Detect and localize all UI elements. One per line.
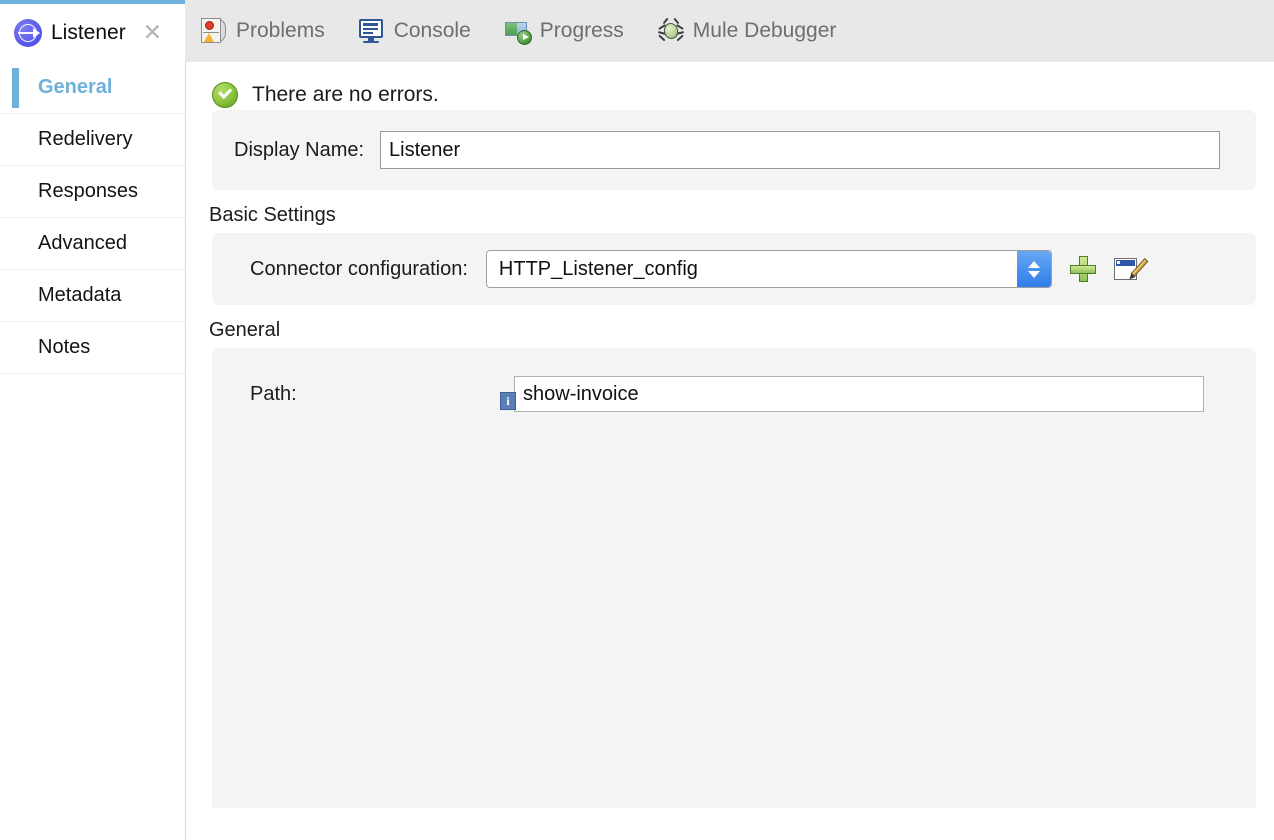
chevron-updown-icon[interactable] xyxy=(1016,251,1051,287)
problems-icon xyxy=(201,18,227,44)
sidebar-item-redelivery[interactable]: Redelivery xyxy=(0,114,185,166)
success-check-icon xyxy=(212,82,238,108)
display-name-panel: Display Name: Listener xyxy=(212,110,1256,190)
editor-tab-bar: Listener ✕ Problems Console Progress Mul… xyxy=(0,0,1274,62)
sidebar-item-redelivery-label: Redelivery xyxy=(38,128,133,150)
info-icon[interactable]: i xyxy=(500,392,516,410)
tab-listener[interactable]: Listener ✕ xyxy=(0,0,185,62)
sidebar-item-notes-label: Notes xyxy=(38,336,91,358)
sidebar-item-notes[interactable]: Notes xyxy=(0,322,185,374)
mule-listener-properties-window: Listener ✕ Problems Console Progress Mul… xyxy=(0,0,1274,840)
path-row: Path: i show-invoice xyxy=(250,376,1256,412)
basic-settings-panel: Connector configuration: HTTP_Listener_c… xyxy=(212,233,1256,305)
sidebar-item-general-label: General xyxy=(38,76,113,98)
properties-category-sidebar: General Redelivery Responses Advanced Me… xyxy=(0,62,186,840)
sidebar-item-metadata[interactable]: Metadata xyxy=(0,270,185,322)
tab-console-label: Console xyxy=(393,19,471,42)
close-icon[interactable]: ✕ xyxy=(143,21,162,45)
tab-console[interactable]: Console xyxy=(343,0,489,62)
tab-listener-label: Listener xyxy=(51,21,126,44)
path-label: Path: xyxy=(250,382,297,405)
tab-problems-label: Problems xyxy=(236,19,325,42)
display-name-value: Listener xyxy=(389,138,461,161)
tab-mule-debugger-label: Mule Debugger xyxy=(692,19,837,42)
general-section-title: General xyxy=(209,319,281,341)
progress-icon xyxy=(504,18,532,45)
bug-icon xyxy=(657,17,684,44)
path-value: show-invoice xyxy=(523,382,639,405)
sidebar-item-metadata-label: Metadata xyxy=(38,284,122,306)
display-name-input[interactable]: Listener xyxy=(380,131,1221,169)
sidebar-item-advanced-label: Advanced xyxy=(38,232,127,254)
tab-progress-label: Progress xyxy=(539,19,624,42)
tab-progress[interactable]: Progress xyxy=(489,0,642,62)
display-name-label: Display Name: xyxy=(234,138,365,161)
path-input[interactable]: show-invoice xyxy=(514,376,1204,412)
console-icon xyxy=(358,18,385,44)
validation-status: There are no errors. xyxy=(187,62,1274,110)
sidebar-item-responses[interactable]: Responses xyxy=(0,166,185,218)
connector-configuration-label: Connector configuration: xyxy=(250,257,468,280)
basic-settings-title: Basic Settings xyxy=(209,204,336,226)
add-icon[interactable] xyxy=(1069,256,1096,282)
sidebar-item-advanced[interactable]: Advanced xyxy=(0,218,185,270)
sidebar-item-responses-label: Responses xyxy=(38,180,139,202)
sidebar-item-general[interactable]: General xyxy=(0,62,185,114)
tab-mule-debugger[interactable]: Mule Debugger xyxy=(642,0,855,62)
connector-configuration-select[interactable]: HTTP_Listener_config xyxy=(485,250,1052,288)
edit-icon[interactable] xyxy=(1113,256,1149,282)
tab-problems[interactable]: Problems xyxy=(185,0,343,62)
validation-status-text: There are no errors. xyxy=(252,83,439,106)
properties-content-pane: There are no errors. Display Name: Liste… xyxy=(187,62,1274,840)
connector-configuration-value: HTTP_Listener_config xyxy=(498,257,698,280)
general-section-panel: Path: i show-invoice xyxy=(212,348,1256,808)
listener-globe-icon xyxy=(14,19,42,47)
